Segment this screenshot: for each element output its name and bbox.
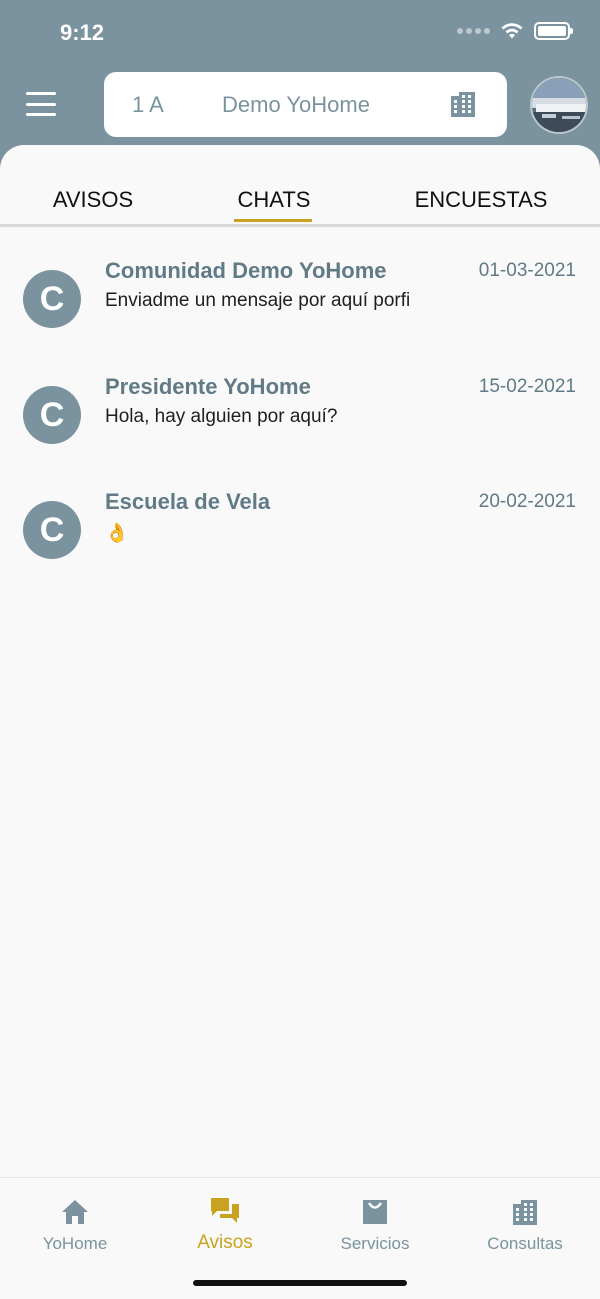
- chat-list-item[interactable]: C Comunidad Demo YoHome 01-03-2021 Envia…: [0, 258, 600, 358]
- app-header: 1 A Demo YoHome: [0, 66, 600, 146]
- nav-servicios[interactable]: Servicios: [300, 1192, 450, 1254]
- status-bar: 9:12: [0, 0, 600, 66]
- status-icons: [457, 22, 573, 40]
- active-tab-indicator: [234, 219, 312, 222]
- avatar-photo: [532, 78, 586, 132]
- main-panel: AVISOS CHATS ENCUESTAS C Comunidad Demo …: [0, 145, 600, 1299]
- hamburger-line: [26, 92, 56, 95]
- chat-preview: 👌: [105, 523, 129, 544]
- signal-icon: [457, 28, 490, 34]
- chat-name: Comunidad Demo YoHome: [105, 258, 387, 283]
- hamburger-line: [26, 113, 56, 116]
- wifi-icon: [501, 23, 523, 39]
- nav-label: Avisos: [197, 1232, 253, 1253]
- nav-label: Servicios: [340, 1234, 410, 1253]
- chat-avatar: C: [23, 501, 81, 559]
- home-icon: [62, 1200, 88, 1224]
- nav-label: YoHome: [42, 1234, 108, 1253]
- chat-date: 15-02-2021: [478, 376, 576, 397]
- user-avatar[interactable]: [530, 76, 588, 134]
- chat-name: Presidente YoHome: [105, 374, 311, 399]
- nav-consultas[interactable]: Consultas: [450, 1192, 600, 1254]
- chat-date: 01-03-2021: [478, 260, 576, 281]
- chat-list-item[interactable]: C Presidente YoHome 15-02-2021 Hola, hay…: [0, 374, 600, 474]
- chat-avatar: C: [23, 386, 81, 444]
- chat-avatar: C: [23, 270, 81, 328]
- tab-avisos[interactable]: AVISOS: [50, 187, 136, 213]
- nav-label: Consultas: [487, 1234, 563, 1253]
- chat-preview: Hola, hay alguien por aquí?: [105, 406, 338, 427]
- status-time: 9:12: [60, 20, 105, 45]
- menu-button[interactable]: [26, 92, 56, 116]
- tab-encuestas[interactable]: ENCUESTAS: [411, 187, 551, 213]
- chat-date: 20-02-2021: [478, 491, 576, 512]
- building-icon: [451, 92, 475, 117]
- hamburger-line: [26, 102, 56, 106]
- tab-bar: AVISOS CHATS ENCUESTAS: [0, 145, 600, 227]
- chat-name: Escuela de Vela: [105, 489, 271, 514]
- nav-yohome[interactable]: YoHome: [0, 1192, 150, 1254]
- unit-selector[interactable]: 1 A Demo YoHome: [104, 72, 507, 137]
- shopping-bag-icon: [363, 1200, 387, 1224]
- community-name: Demo YoHome: [222, 91, 370, 117]
- chat-list-item[interactable]: C Escuela de Vela 20-02-2021 👌: [0, 489, 600, 589]
- building-icon: [513, 1200, 537, 1225]
- tab-chats[interactable]: CHATS: [235, 187, 313, 213]
- nav-avisos[interactable]: Avisos: [150, 1192, 300, 1254]
- chat-bubbles-icon: [211, 1198, 239, 1223]
- home-indicator[interactable]: [193, 1280, 407, 1286]
- chat-preview: Enviadme un mensaje por aquí porfi: [105, 290, 411, 311]
- unit-code: 1 A: [132, 91, 164, 117]
- battery-icon: [534, 22, 573, 40]
